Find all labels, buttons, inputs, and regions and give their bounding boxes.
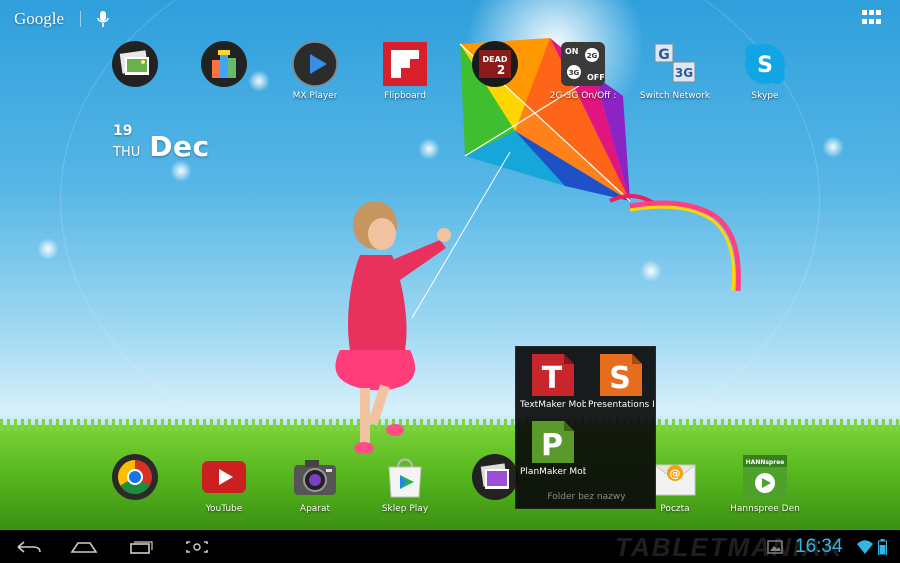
app-label: Sklep Play <box>381 504 429 514</box>
app-gallery-widget[interactable] <box>92 40 178 91</box>
kite-tail <box>629 200 741 292</box>
gallery-icon <box>471 453 519 501</box>
svg-text:ON: ON <box>565 47 579 56</box>
wifi-icon <box>857 540 873 554</box>
presentations-icon: S <box>600 354 642 396</box>
app-label: Hannspree Den <box>730 504 800 514</box>
app-flipboard[interactable]: Flipboard <box>362 40 448 101</box>
app-switch-network[interactable]: G 3G Switch Network <box>632 40 718 101</box>
camera-icon <box>291 453 339 501</box>
back-button[interactable] <box>4 530 54 563</box>
date-month: Dec <box>149 130 210 163</box>
flipboard-icon <box>381 40 429 88</box>
screenshot-button[interactable] <box>172 530 222 563</box>
app-label: YouTube <box>205 504 243 514</box>
app-chrome[interactable] <box>92 453 178 504</box>
google-search-bar[interactable]: Google <box>0 0 111 38</box>
dead-trigger-icon: DEAD 2 <box>471 40 519 88</box>
app-office-suite[interactable] <box>181 40 267 91</box>
home-button[interactable] <box>59 530 109 563</box>
skype-icon: S <box>741 40 789 88</box>
svg-text:3G: 3G <box>675 66 693 80</box>
switch-network-icon: G 3G <box>651 40 699 88</box>
app-label: Flipboard <box>384 91 426 101</box>
app-label: MX Player <box>292 91 338 101</box>
app-label: 2G-3G On/Off : <box>549 91 617 101</box>
svg-text:@: @ <box>670 467 681 480</box>
play-store-icon <box>381 453 429 501</box>
folder-app-planmaker[interactable]: P PlanMaker Mob <box>519 419 587 477</box>
textmaker-icon: T <box>532 354 574 396</box>
youtube-icon <box>200 453 248 501</box>
folder-app-presentations[interactable]: S Presentations M <box>587 352 655 410</box>
svg-text:S: S <box>757 53 773 78</box>
open-folder-popup[interactable]: T TextMaker Mob S Presentations M P Plan… <box>515 346 656 509</box>
office-suite-icon <box>200 40 248 88</box>
chrome-icon <box>111 453 159 501</box>
gallery-widget-icon <box>111 40 159 88</box>
play-icon <box>291 40 339 88</box>
battery-icon <box>878 539 887 555</box>
email-icon: @ <box>651 453 699 501</box>
back-icon <box>17 540 41 553</box>
date-weekday: THU <box>113 145 141 160</box>
svg-text:2: 2 <box>497 63 505 77</box>
app-label: Aparat <box>299 504 331 514</box>
sparkle <box>822 136 844 158</box>
app-label: Poczta <box>660 504 690 514</box>
date-widget[interactable]: 19 THU Dec <box>113 124 210 163</box>
screenshot-icon <box>186 540 208 553</box>
app-hannspree[interactable]: HANNspree Hannspree Den <box>722 453 808 514</box>
planmaker-icon: P <box>532 421 574 463</box>
recent-apps-icon <box>130 540 153 554</box>
app-dead-trigger[interactable]: DEAD 2 <box>452 40 538 91</box>
app-mx-player[interactable]: MX Player <box>272 40 358 101</box>
svg-text:G: G <box>658 47 670 63</box>
app-label: Skype <box>751 91 779 101</box>
svg-text:T: T <box>542 361 563 396</box>
date-day-number: 19 <box>113 123 133 139</box>
all-apps-grid-icon[interactable] <box>862 10 882 26</box>
sparkle <box>37 238 59 260</box>
sparkle <box>170 160 192 182</box>
hannspree-icon: HANNspree <box>741 453 789 501</box>
home-icon <box>70 541 98 553</box>
app-label: PlanMaker Mob <box>520 467 586 477</box>
recent-apps-button[interactable] <box>116 530 166 563</box>
network-toggle-icon: ON 2G 3G OFF <box>559 40 607 88</box>
svg-text:OFF: OFF <box>587 73 605 82</box>
screenshot-notification-icon[interactable] <box>767 539 783 555</box>
microphone-icon[interactable] <box>95 10 111 28</box>
app-play-store[interactable]: Sklep Play <box>362 453 448 514</box>
svg-text:3G: 3G <box>569 69 580 77</box>
app-label: TextMaker Mob <box>520 400 586 410</box>
status-clock[interactable]: 16:34 <box>795 536 843 558</box>
app-label: Switch Network <box>639 91 711 101</box>
app-label: Presentations M <box>588 400 654 410</box>
app-2g-3g-toggle[interactable]: ON 2G 3G OFF 2G-3G On/Off : <box>540 40 626 101</box>
app-camera[interactable]: Aparat <box>272 453 358 514</box>
app-youtube[interactable]: YouTube <box>181 453 267 514</box>
girl-illustration <box>335 201 451 454</box>
search-divider <box>80 11 82 27</box>
svg-text:S: S <box>609 361 631 396</box>
svg-text:2G: 2G <box>587 52 598 60</box>
google-logo[interactable]: Google <box>14 9 64 29</box>
folder-name[interactable]: Folder bez nazwy <box>516 492 657 502</box>
svg-text:P: P <box>541 428 563 463</box>
folder-app-textmaker[interactable]: T TextMaker Mob <box>519 352 587 410</box>
svg-text:HANNspree: HANNspree <box>746 459 785 466</box>
app-skype[interactable]: S Skype <box>722 40 808 101</box>
